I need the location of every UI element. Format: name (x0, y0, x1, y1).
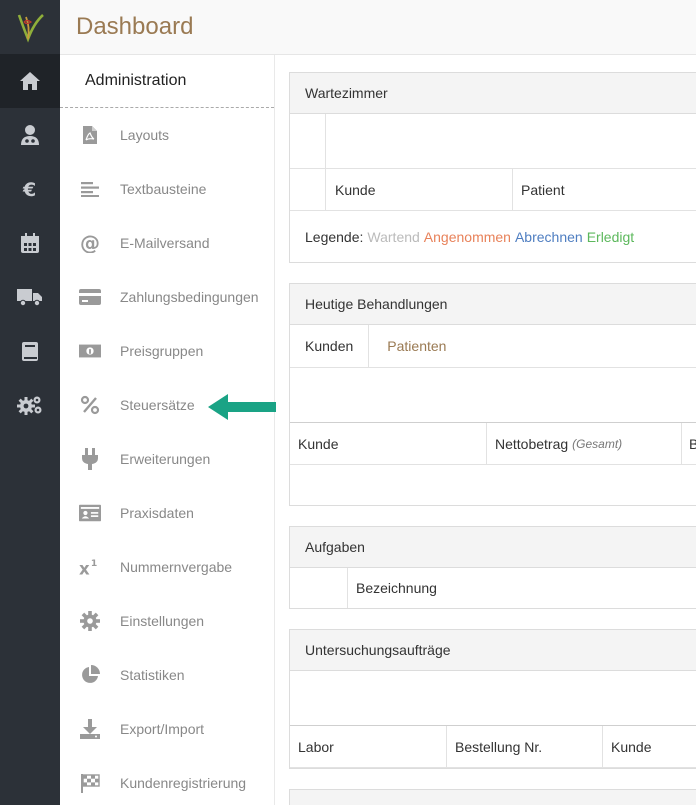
legend-wartend: Wartend (367, 228, 420, 245)
column-header-note: (Gesamt) (572, 436, 623, 451)
status-legend: Legende: Wartend Angenommen Abrechnen Er… (290, 211, 696, 262)
home-icon[interactable] (0, 54, 60, 108)
table-header: Labor Bestellung Nr. Kunde (290, 726, 696, 768)
menu-item-layouts[interactable]: Layouts (60, 108, 274, 162)
table-body (290, 671, 696, 726)
table-header: Kunde Nettobetrag (Gesamt) B (290, 423, 696, 465)
logo-icon[interactable] (0, 0, 60, 54)
menu-item-label: Preisgruppen (120, 343, 204, 359)
panel-title: Aufgaben (290, 527, 696, 568)
panel-title: Heutige Behandlungen (290, 284, 696, 325)
euro-icon[interactable]: € (0, 162, 60, 216)
panel-title: Untersuchungsaufträge (290, 630, 696, 671)
menu-item-erweiterungen[interactable]: Erweiterungen (60, 432, 274, 486)
calendar-icon[interactable] (0, 216, 60, 270)
wartezimmer-panel: Wartezimmer Kunde Patient Legende: Warte… (289, 72, 696, 263)
legend-erledigt: Erledigt (586, 228, 635, 245)
column-header-patient[interactable]: Patient (521, 169, 565, 210)
column-header-b[interactable]: B (689, 423, 696, 464)
untersuchung-panel: Untersuchungsaufträge Labor Bestellung N… (289, 629, 696, 769)
checkered-flag-icon (79, 772, 101, 794)
menu-item-nummernvergabe[interactable]: x1 Nummernvergabe (60, 540, 274, 594)
legend-angenommen: Angenommen (423, 228, 511, 245)
column-header-bezeichnung[interactable]: Bezeichnung (356, 568, 437, 608)
tab-kunden[interactable]: Kunden (290, 325, 370, 367)
tab-patienten[interactable]: Patienten (369, 325, 461, 367)
id-card-icon (79, 502, 101, 524)
gear-icon (79, 610, 101, 632)
download-icon (79, 718, 101, 740)
money-bill-icon (79, 340, 101, 362)
book-icon[interactable] (0, 324, 60, 378)
top-header: Dashboard (60, 0, 696, 55)
svg-text:€: € (22, 179, 36, 199)
menu-item-textbausteine[interactable]: Textbausteine (60, 162, 274, 216)
legend-label: Legende: (305, 228, 364, 245)
menu-item-label: Statistiken (120, 667, 185, 683)
page-title: Dashboard (76, 13, 194, 40)
main-content: Wartezimmer Kunde Patient Legende: Warte… (276, 56, 696, 805)
menu-item-export-import[interactable]: Export/Import (60, 702, 274, 756)
column-header-nettobetrag[interactable]: Nettobetrag (Gesamt) (495, 423, 622, 464)
legend-abrechnen: Abrechnen (514, 228, 583, 245)
plug-icon (79, 448, 101, 470)
column-header-kunde[interactable]: Kunde (611, 726, 651, 767)
menu-item-kundenregistrierung[interactable]: Kundenregistrierung (60, 756, 274, 805)
table-row (290, 114, 696, 169)
menu-item-label: Erweiterungen (120, 451, 211, 467)
tab-content (290, 368, 696, 423)
menu-item-label: Textbausteine (120, 181, 207, 197)
menu-item-label: Einstellungen (120, 613, 205, 629)
menu-item-label: Steuersätze (120, 397, 195, 413)
menu-item-label: Export/Import (120, 721, 205, 737)
column-header-kunde[interactable]: Kunde (335, 169, 375, 210)
column-header-label: Nettobetrag (495, 435, 569, 452)
tab-bar: Kunden Patienten (290, 325, 696, 368)
truck-icon[interactable] (0, 270, 60, 324)
menu-item-label: Nummernvergabe (120, 559, 233, 575)
user-doctor-icon[interactable] (0, 108, 60, 162)
admin-submenu: Administration Layouts Textbausteine @ E… (60, 55, 275, 805)
panel-title: Wartezimmer (290, 73, 696, 114)
superscript-icon: x1 (79, 556, 101, 578)
column-header-kunde[interactable]: Kunde (298, 423, 338, 464)
menu-item-label: E-Mailversand (120, 235, 210, 251)
menu-item-praxisdaten[interactable]: Praxisdaten (60, 486, 274, 540)
column-header-bestellung[interactable]: Bestellung Nr. (455, 726, 542, 767)
menu-item-label: Layouts (120, 127, 170, 143)
icon-rail: € (0, 0, 60, 805)
menu-item-preisgruppen[interactable]: Preisgruppen (60, 324, 274, 378)
behandlungen-panel: Heutige Behandlungen Kunden Patienten Ku… (289, 283, 696, 506)
next-panel (289, 789, 696, 805)
svg-text:1: 1 (91, 558, 97, 569)
at-sign-icon: @ (79, 232, 101, 254)
svg-text:@: @ (80, 233, 100, 253)
menu-item-label: Kundenregistrierung (120, 775, 247, 791)
menu-item-zahlungsbedingungen[interactable]: Zahlungsbedingungen (60, 270, 274, 324)
cogs-icon[interactable] (0, 378, 60, 432)
text-lines-icon (79, 178, 101, 200)
column-header-labor[interactable]: Labor (298, 726, 334, 767)
svg-text:x: x (79, 559, 90, 577)
percent-icon (79, 394, 101, 416)
menu-item-einstellungen[interactable]: Einstellungen (60, 594, 274, 648)
pdf-file-icon (79, 124, 101, 146)
table-header: Kunde Patient (290, 169, 696, 211)
menu-item-statistiken[interactable]: Statistiken (60, 648, 274, 702)
pie-chart-icon (79, 664, 101, 686)
aufgaben-panel: Aufgaben Bezeichnung (289, 526, 696, 609)
credit-card-icon (79, 286, 101, 308)
table-header: Bezeichnung (290, 568, 696, 608)
submenu-heading: Administration (60, 55, 274, 108)
menu-item-label: Zahlungsbedingungen (120, 289, 259, 305)
menu-item-e-mailversand[interactable]: @ E-Mailversand (60, 216, 274, 270)
menu-item-label: Praxisdaten (120, 505, 194, 521)
